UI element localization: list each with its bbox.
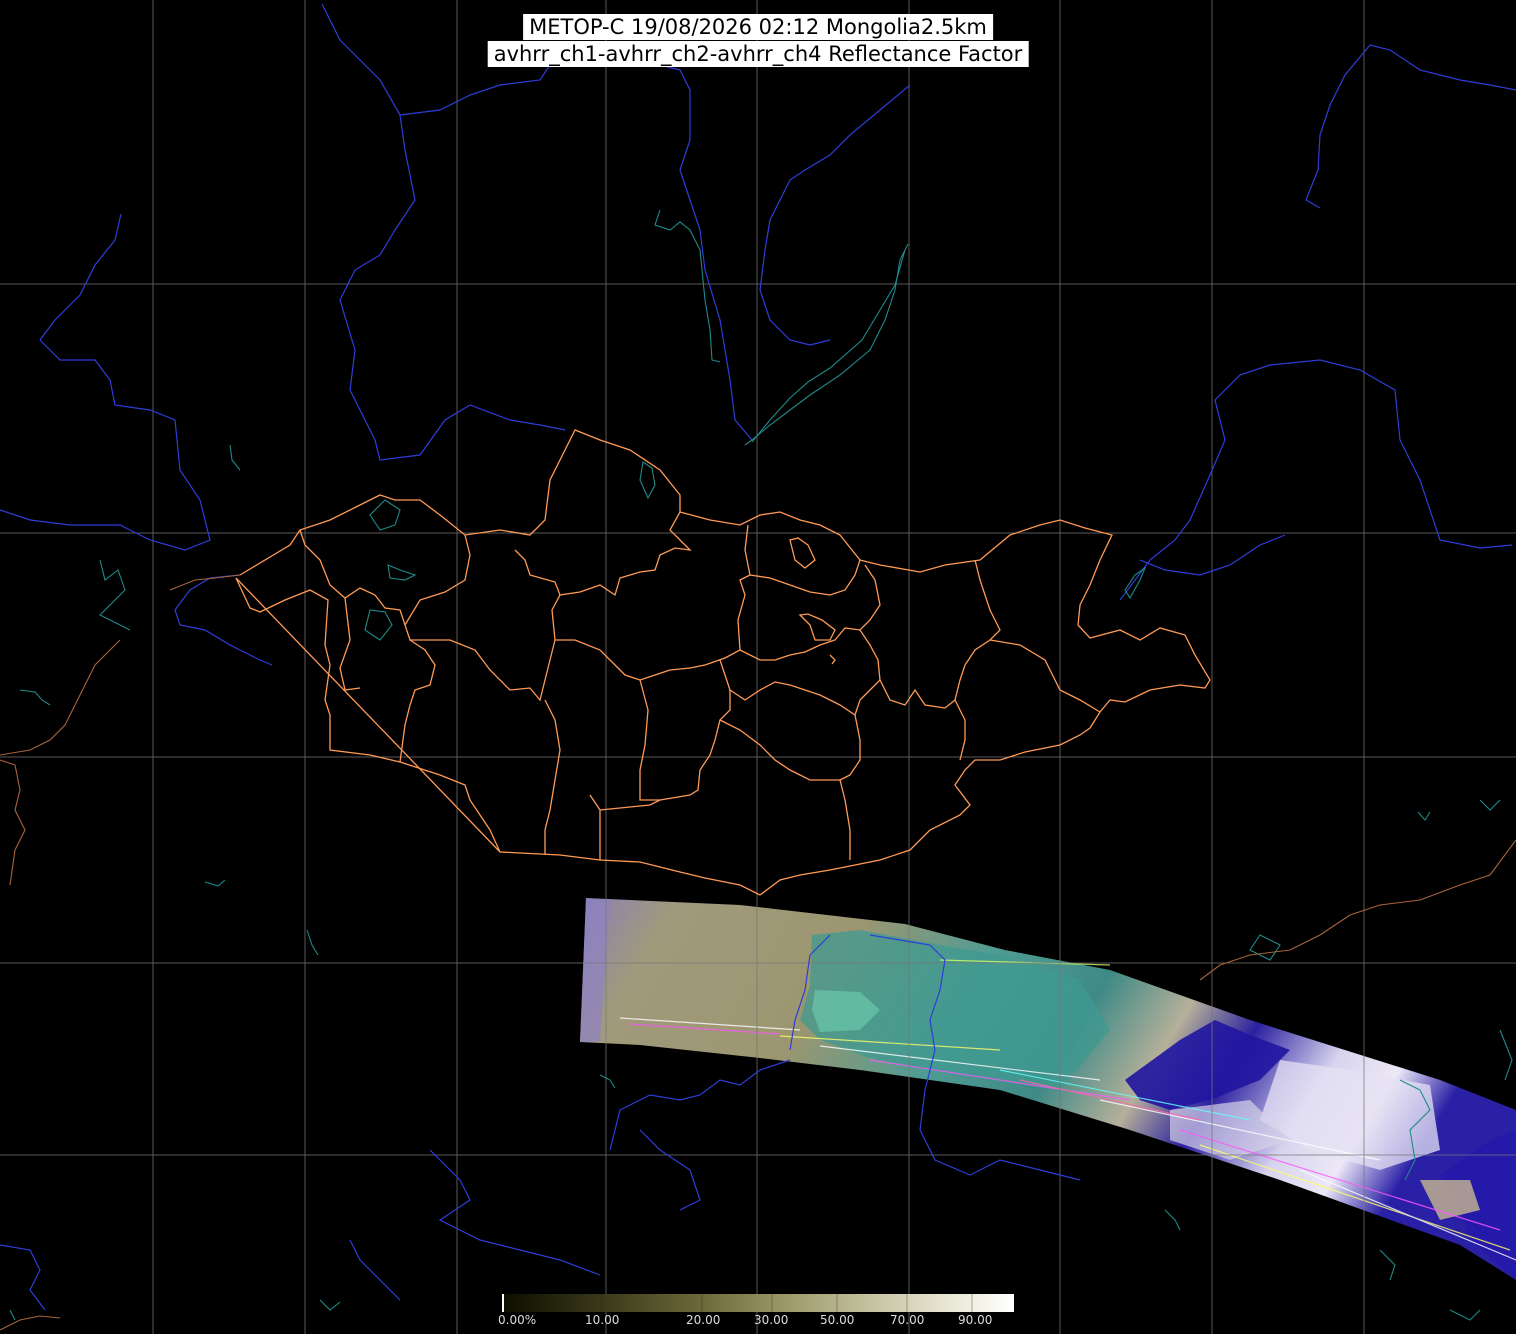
map-subtitle: avhrr_ch1-avhrr_ch2-avhrr_ch4 Reflectanc… bbox=[487, 41, 1029, 67]
colorbar-tick-label: 20.00 bbox=[686, 1313, 721, 1327]
colorbar-tick-label: 90.00 bbox=[958, 1313, 993, 1327]
colorbar bbox=[502, 1294, 1014, 1312]
map-title: METOP-C 19/08/2026 02:12 Mongolia2.5km bbox=[523, 14, 993, 40]
colorbar-tick-label: 70.00 bbox=[890, 1313, 925, 1327]
satellite-map bbox=[0, 0, 1516, 1334]
colorbar-tick-label: 30.00 bbox=[754, 1313, 789, 1327]
colorbar-tick-label: 0.00% bbox=[498, 1313, 537, 1327]
satellite-swath bbox=[580, 898, 1516, 1280]
mongolia-admin-borders bbox=[235, 429, 1211, 896]
colorbar-tick-label: 10.00 bbox=[585, 1313, 620, 1327]
colorbar-tick-label: 50.00 bbox=[820, 1313, 855, 1327]
